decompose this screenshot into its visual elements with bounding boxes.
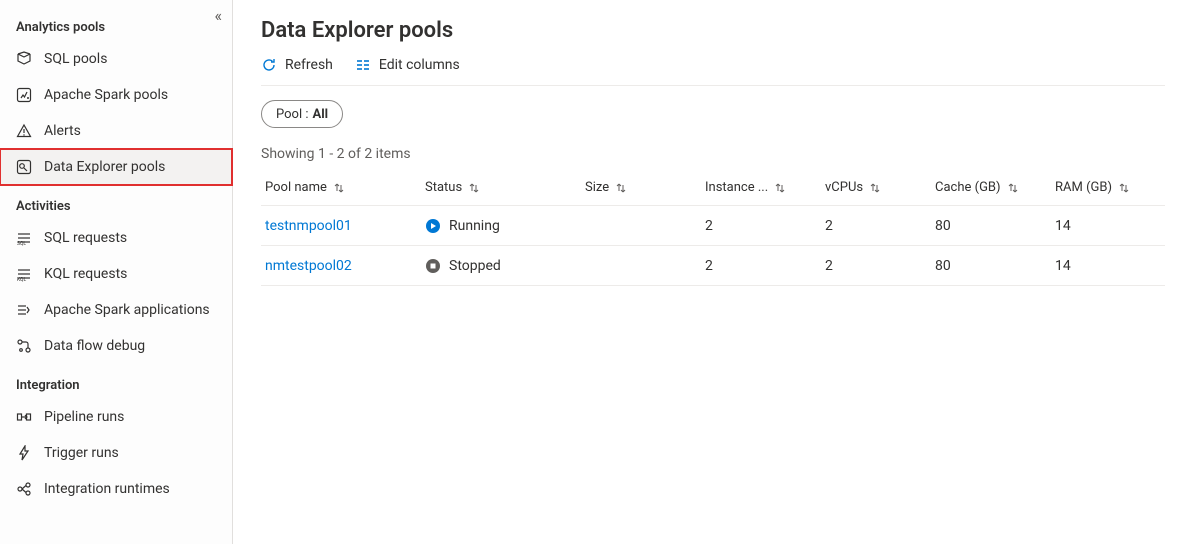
sidebar-item-label: KQL requests <box>44 266 127 282</box>
sidebar-item-pipeline-runs[interactable]: Pipeline runs <box>0 399 232 435</box>
sidebar-item-alerts[interactable]: Alerts <box>0 113 232 149</box>
stopped-icon <box>425 258 441 274</box>
column-header-status[interactable]: Status <box>421 170 581 205</box>
column-header-vcpus[interactable]: vCPUs <box>821 170 931 205</box>
edit-columns-label: Edit columns <box>379 57 460 73</box>
sidebar-item-trigger-runs[interactable]: Trigger runs <box>0 435 232 471</box>
column-header-label: vCPUs <box>825 180 863 195</box>
pool-name-link[interactable]: testnmpool01 <box>261 218 421 234</box>
sidebar-item-data-explorer-pools[interactable]: Data Explorer pools <box>0 149 232 185</box>
refresh-label: Refresh <box>285 57 333 73</box>
table-row: testnmpool01Running228014 <box>261 206 1165 246</box>
sidebar-item-apache-spark-applications[interactable]: Apache Spark applications <box>0 292 232 328</box>
sidebar-item-integration-runtimes[interactable]: Integration runtimes <box>0 471 232 507</box>
sort-icon <box>1007 182 1019 194</box>
column-header-label: Status <box>425 180 462 195</box>
sidebar-item-label: Trigger runs <box>44 445 119 461</box>
sidebar-item-label: Alerts <box>44 123 81 139</box>
filter-pool-pill[interactable]: Pool : All <box>261 100 343 128</box>
column-header-label: Cache (GB) <box>935 180 1001 195</box>
column-header-label: RAM (GB) <box>1055 180 1112 195</box>
pool-name-link[interactable]: nmtestpool02 <box>261 258 421 274</box>
status-text: Stopped <box>449 258 501 274</box>
integration-runtimes-icon <box>16 481 32 497</box>
data-explorer-pools-icon <box>16 159 32 175</box>
sidebar-item-sql-requests[interactable]: SQL requests <box>0 220 232 256</box>
column-header-label: Pool name <box>265 180 327 195</box>
sidebar-item-label: Apache Spark applications <box>44 302 210 318</box>
pools-table: Pool name Status Size Instance ... vCPUs Cach… <box>261 170 1165 286</box>
sidebar: « Analytics pools SQL pools Apache Spark p… <box>0 0 233 544</box>
sidebar-item-label: SQL pools <box>44 51 107 67</box>
edit-columns-icon <box>355 57 371 73</box>
spark-apps-icon <box>16 302 32 318</box>
column-header-label: Size <box>585 180 609 195</box>
sort-icon <box>774 182 786 194</box>
table-header: Pool name Status Size Instance ... vCPUs Cach… <box>261 170 1165 206</box>
sort-icon <box>869 182 881 194</box>
vcpus-cell: 2 <box>821 218 931 234</box>
sql-requests-icon <box>16 230 32 246</box>
column-header-label: Instance ... <box>705 180 768 195</box>
status-cell: Stopped <box>421 258 581 274</box>
page-title: Data Explorer pools <box>261 18 1165 43</box>
filter-label: Pool : <box>276 107 308 122</box>
column-header-instance-[interactable]: Instance ... <box>701 170 821 205</box>
sidebar-section-header: Integration <box>0 364 232 399</box>
sort-icon <box>468 182 480 194</box>
sidebar-sections: Analytics pools SQL pools Apache Spark poo… <box>0 6 232 507</box>
trigger-runs-icon <box>16 445 32 461</box>
column-header-cache-gb-[interactable]: Cache (GB) <box>931 170 1051 205</box>
sidebar-item-label: Apache Spark pools <box>44 87 168 103</box>
running-icon <box>425 218 441 234</box>
sort-icon <box>333 182 345 194</box>
pipeline-runs-icon <box>16 409 32 425</box>
main-content: Data Explorer pools Refresh Edit columns… <box>233 0 1193 544</box>
ram-cell: 14 <box>1051 218 1161 234</box>
vcpus-cell: 2 <box>821 258 931 274</box>
edit-columns-button[interactable]: Edit columns <box>355 57 460 73</box>
instances-cell: 2 <box>701 218 821 234</box>
spark-pools-icon <box>16 87 32 103</box>
toolbar: Refresh Edit columns <box>261 57 1165 86</box>
column-header-ram-gb-[interactable]: RAM (GB) <box>1051 170 1161 205</box>
kql-requests-icon <box>16 266 32 282</box>
status-cell: Running <box>421 218 581 234</box>
table-row: nmtestpool02Stopped228014 <box>261 246 1165 286</box>
refresh-button[interactable]: Refresh <box>261 57 333 73</box>
result-count: Showing 1 - 2 of 2 items <box>261 146 1165 162</box>
sidebar-item-label: SQL requests <box>44 230 127 246</box>
column-header-size[interactable]: Size <box>581 170 701 205</box>
sidebar-item-sql-pools[interactable]: SQL pools <box>0 41 232 77</box>
sidebar-item-label: Integration runtimes <box>44 481 170 497</box>
sidebar-section-header: Activities <box>0 185 232 220</box>
sidebar-item-label: Data Explorer pools <box>44 159 165 175</box>
status-text: Running <box>449 218 500 234</box>
sidebar-item-data-flow-debug[interactable]: Data flow debug <box>0 328 232 364</box>
table-body: testnmpool01Running228014nmtestpool02Sto… <box>261 206 1165 286</box>
column-header-pool-name[interactable]: Pool name <box>261 170 421 205</box>
instances-cell: 2 <box>701 258 821 274</box>
sidebar-item-label: Data flow debug <box>44 338 145 354</box>
sidebar-item-apache-spark-pools[interactable]: Apache Spark pools <box>0 77 232 113</box>
alerts-icon <box>16 123 32 139</box>
sidebar-item-label: Pipeline runs <box>44 409 124 425</box>
sql-pools-icon <box>16 51 32 67</box>
cache-cell: 80 <box>931 258 1051 274</box>
collapse-sidebar-button[interactable]: « <box>214 6 222 25</box>
ram-cell: 14 <box>1051 258 1161 274</box>
sort-icon <box>1118 182 1130 194</box>
sidebar-section-header: Analytics pools <box>0 6 232 41</box>
sidebar-item-kql-requests[interactable]: KQL requests <box>0 256 232 292</box>
data-flow-debug-icon <box>16 338 32 354</box>
refresh-icon <box>261 57 277 73</box>
filter-value: All <box>312 107 328 122</box>
sort-icon <box>615 182 627 194</box>
cache-cell: 80 <box>931 218 1051 234</box>
